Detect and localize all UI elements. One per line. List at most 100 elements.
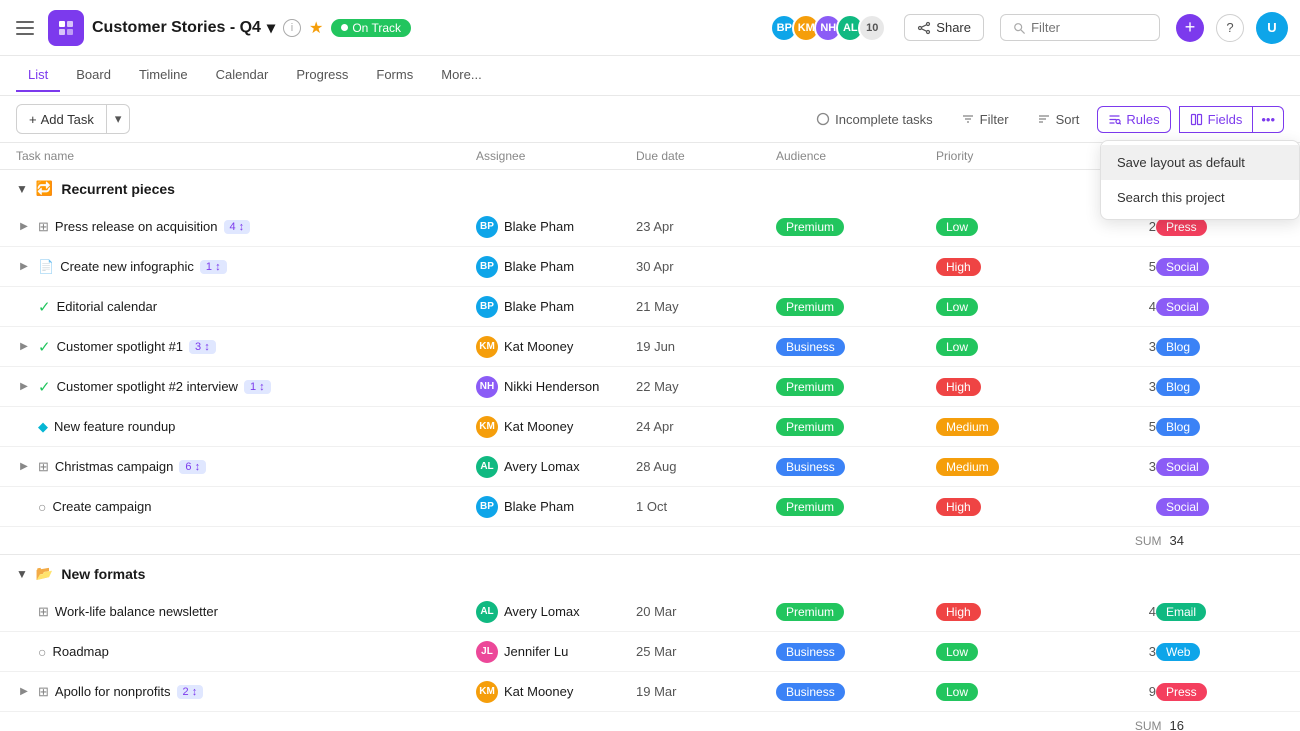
channel-tag: Blog <box>1156 378 1200 396</box>
task-name[interactable]: Create new infographic <box>60 259 194 274</box>
add-task-dropdown-arrow[interactable]: ▾ <box>106 105 130 133</box>
num-cell: 4 <box>1076 299 1156 314</box>
priority-tag: Low <box>936 643 978 661</box>
tab-more[interactable]: More... <box>429 59 493 92</box>
expand-arrow[interactable]: ▶ <box>16 684 32 700</box>
section-chevron-recurrent[interactable]: ▼ <box>16 182 28 196</box>
channel-tag: Blog <box>1156 418 1200 436</box>
audience-tag: Premium <box>776 218 844 236</box>
add-task-button[interactable]: + Add Task ▾ <box>16 104 130 134</box>
task-name[interactable]: New feature roundup <box>54 419 175 434</box>
table-row: ▶ ⊞ Christmas campaign 6 ↕ AL Avery Loma… <box>0 447 1300 487</box>
channel-cell: Blog <box>1156 339 1256 354</box>
add-button[interactable]: + <box>1176 14 1204 42</box>
priority-tag: Low <box>936 218 978 236</box>
task-name[interactable]: Press release on acquisition <box>55 219 218 234</box>
task-cell: ▶ ✓ Editorial calendar <box>16 298 476 316</box>
assignee-cell: AL Avery Lomax <box>476 601 636 623</box>
priority-cell: High <box>936 378 1076 396</box>
priority-cell: Low <box>936 643 1076 661</box>
rules-button[interactable]: Rules <box>1097 106 1170 133</box>
top-nav: Customer Stories - Q4 ▾ i ★ On Track BP … <box>0 0 1300 56</box>
tab-calendar[interactable]: Calendar <box>204 59 281 92</box>
info-icon[interactable]: i <box>283 19 301 37</box>
tab-timeline[interactable]: Timeline <box>127 59 200 92</box>
avatar: KM <box>476 416 498 438</box>
chevron-down-icon[interactable]: ▾ <box>267 18 275 38</box>
tab-forms[interactable]: Forms <box>364 59 425 92</box>
channel-cell: Press <box>1156 684 1256 699</box>
task-type-icon: ⊞ <box>38 604 49 620</box>
avatar: JL <box>476 641 498 663</box>
section-icon-recurrent: 🔁 <box>36 180 53 197</box>
expand-arrow[interactable]: ▶ <box>16 459 32 475</box>
audience-tag: Premium <box>776 418 844 436</box>
task-name[interactable]: Christmas campaign <box>55 459 174 474</box>
table-row: ▶ 📄 Create new infographic 1 ↕ BP Blake … <box>0 247 1300 287</box>
assignee-name: Kat Mooney <box>504 684 573 699</box>
app-icon <box>48 10 84 46</box>
fields-button[interactable]: Fields <box>1179 106 1254 133</box>
channel-cell: Blog <box>1156 379 1256 394</box>
dropdown-item-save-layout[interactable]: Save layout as default <box>1101 145 1299 180</box>
plus-icon: + <box>29 112 37 127</box>
expand-arrow[interactable]: ▶ <box>16 259 32 275</box>
task-name[interactable]: Editorial calendar <box>57 299 157 314</box>
tab-list[interactable]: List <box>16 59 60 92</box>
assignee-name: Blake Pham <box>504 499 574 514</box>
section-new-formats[interactable]: ▼ 📂 New formats <box>0 555 1300 592</box>
task-type-icon: ✓ <box>38 298 51 316</box>
task-name[interactable]: Roadmap <box>52 644 108 659</box>
sum-label-2: SUM <box>1135 719 1162 731</box>
filter-button[interactable]: Filter <box>951 107 1019 132</box>
hamburger-menu[interactable] <box>12 14 40 42</box>
task-name[interactable]: Apollo for nonprofits <box>55 684 171 699</box>
tab-progress[interactable]: Progress <box>284 59 360 92</box>
user-avatar[interactable]: U <box>1256 12 1288 44</box>
search-input[interactable] <box>1031 20 1147 35</box>
help-button[interactable]: ? <box>1216 14 1244 42</box>
dropdown-item-search-project[interactable]: Search this project <box>1101 180 1299 215</box>
channel-tag: Social <box>1156 298 1209 316</box>
expand-arrow[interactable]: ▶ <box>16 379 32 395</box>
assignee-name: Avery Lomax <box>504 459 580 474</box>
assignee-name: Jennifer Lu <box>504 644 568 659</box>
star-icon[interactable]: ★ <box>309 18 323 38</box>
avatar-count[interactable]: 10 <box>858 14 886 42</box>
sum-row-recurrent: SUM 34 <box>0 527 1300 555</box>
channel-tag: Blog <box>1156 338 1200 356</box>
rules-icon <box>1108 113 1121 126</box>
filter-icon <box>961 112 975 126</box>
incomplete-tasks-icon <box>816 112 830 126</box>
search-box[interactable] <box>1000 14 1160 41</box>
assignee-name: Kat Mooney <box>504 339 573 354</box>
num-cell: 3 <box>1076 339 1156 354</box>
expand-arrow[interactable]: ▶ <box>16 219 32 235</box>
tab-board[interactable]: Board <box>64 59 123 92</box>
task-name[interactable]: Customer spotlight #1 <box>57 339 183 354</box>
share-label: Share <box>936 20 971 35</box>
channel-tag: Web <box>1156 643 1200 661</box>
due-date: 20 Mar <box>636 604 776 619</box>
priority-cell: High <box>936 498 1076 516</box>
task-cell: ▶ ○ Create campaign <box>16 499 476 515</box>
table-row: ▶ ✓ Customer spotlight #2 interview 1 ↕ … <box>0 367 1300 407</box>
section-chevron-new-formats[interactable]: ▼ <box>16 567 28 581</box>
incomplete-tasks-button[interactable]: Incomplete tasks <box>806 107 943 132</box>
task-cell: ▶ 📄 Create new infographic 1 ↕ <box>16 259 476 275</box>
expand-arrow[interactable]: ▶ <box>16 339 32 355</box>
priority-tag: Medium <box>936 418 999 436</box>
sort-button[interactable]: Sort <box>1027 107 1090 132</box>
task-name[interactable]: Work-life balance newsletter <box>55 604 218 619</box>
add-task-main[interactable]: + Add Task <box>17 106 106 133</box>
more-actions-button[interactable]: ••• <box>1253 106 1284 133</box>
audience-tag: Business <box>776 643 845 661</box>
task-name[interactable]: Customer spotlight #2 interview <box>57 379 238 394</box>
num-cell: 4 <box>1076 604 1156 619</box>
sub-nav: List Board Timeline Calendar Progress Fo… <box>0 56 1300 96</box>
task-name[interactable]: Create campaign <box>52 499 151 514</box>
num-cell: 2 <box>1076 219 1156 234</box>
priority-tag: High <box>936 378 981 396</box>
due-date: 19 Jun <box>636 339 776 354</box>
share-button[interactable]: Share <box>904 14 984 41</box>
